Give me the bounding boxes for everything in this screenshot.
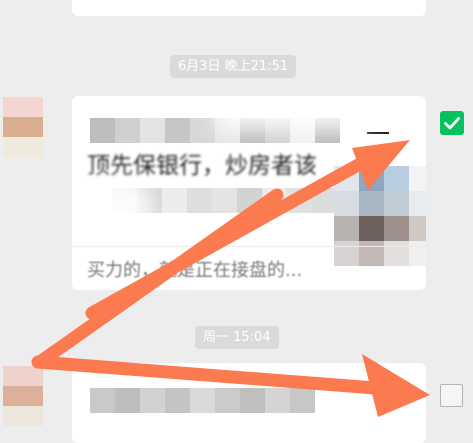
shared-article-card[interactable]: 一 顶先保银行，炒房者该 买力的，就是正在接盘的... [72,96,426,290]
article-source: 买力的，就是正在接盘的... [87,260,303,281]
glare [72,181,152,241]
article-title: 顶先保银行，炒房者该 [87,153,317,179]
mosaic-blur [90,388,315,413]
avatar[interactable] [3,97,43,157]
message-card[interactable] [72,363,426,443]
previous-message-card[interactable] [72,0,426,16]
timestamp: 周一 15:04 [195,326,279,349]
select-checkbox-checked[interactable] [440,111,464,135]
timestamp: 6月3日 晚上21:51 [170,55,297,78]
glare [212,96,372,131]
check-icon [444,117,460,130]
article-thumbnail [334,166,426,266]
card-divider [72,246,426,247]
select-checkbox-unchecked[interactable] [440,384,463,407]
avatar[interactable] [3,366,43,426]
